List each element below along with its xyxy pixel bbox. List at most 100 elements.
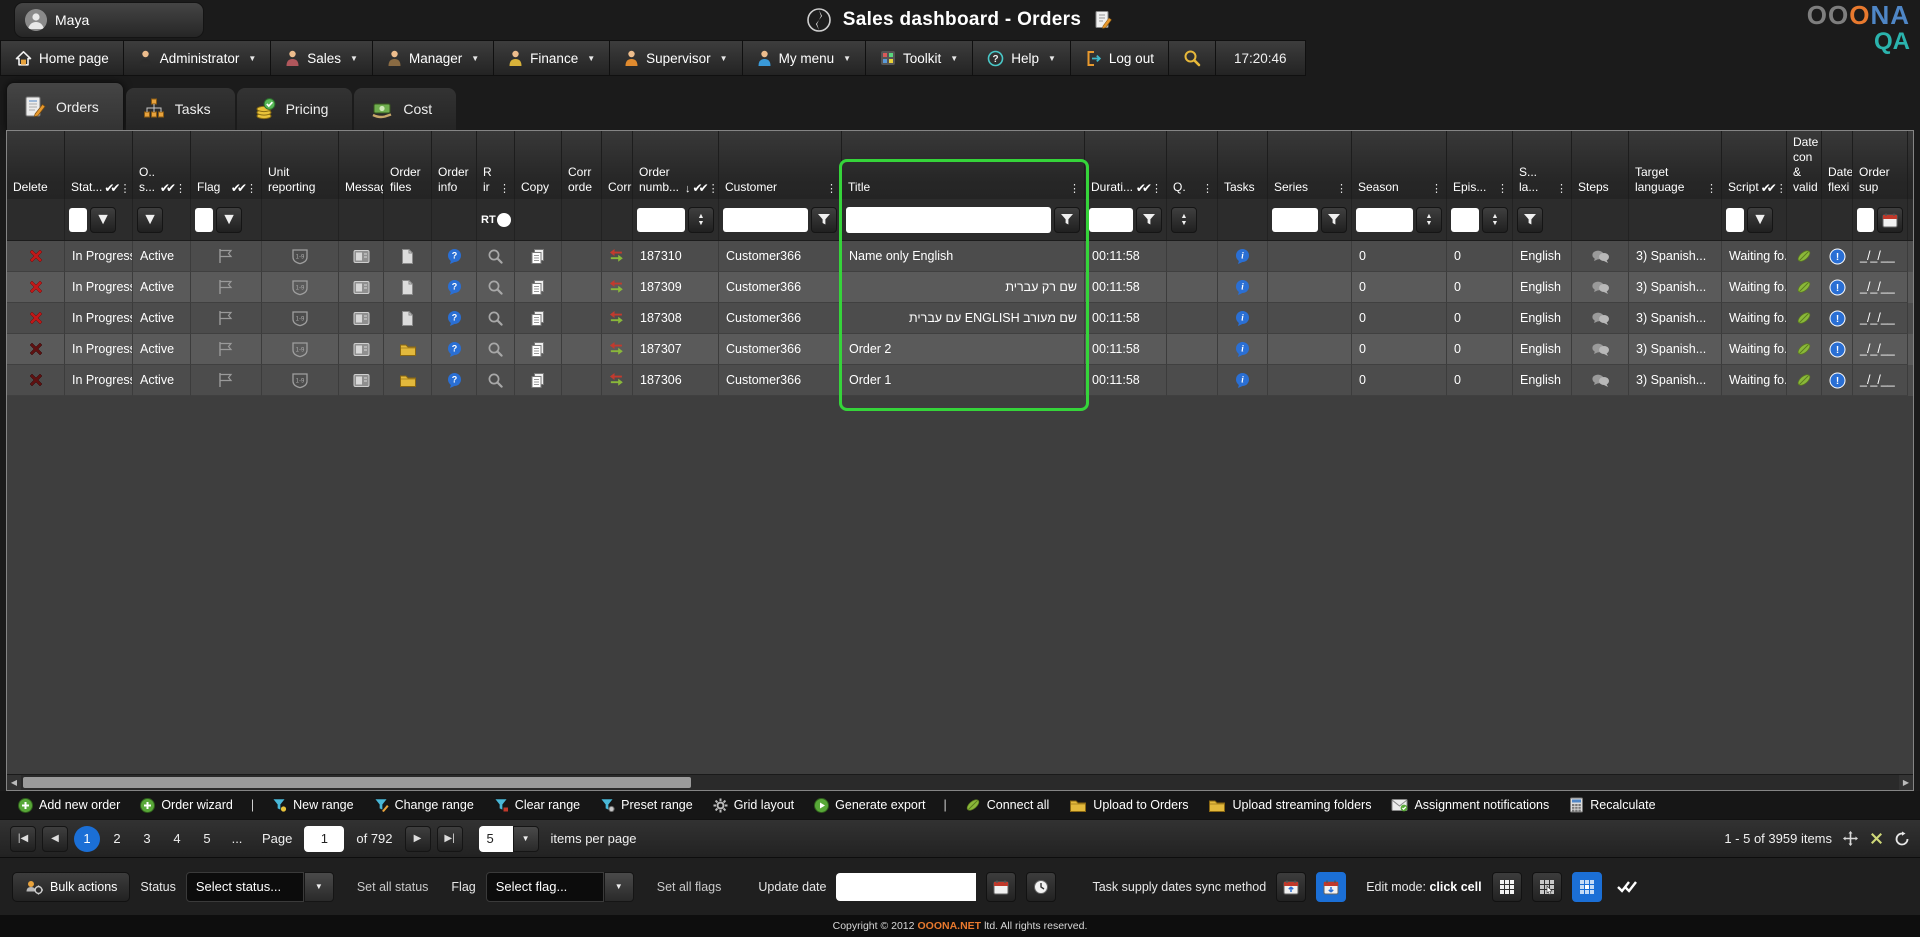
column-menu-icon[interactable]: ⋮ [1069,182,1080,195]
page-number-1[interactable]: 1 [74,826,100,852]
cell-delete[interactable] [7,303,65,334]
page-number-3[interactable]: 3 [134,826,160,852]
page-number-4[interactable]: 4 [164,826,190,852]
cell-r_ir[interactable] [477,365,515,396]
first-page-button[interactable]: |◀ [10,826,36,852]
tab-pricing[interactable]: Pricing [237,88,353,130]
cell-order_files[interactable] [384,334,432,365]
toolbar-button-recalculate[interactable]: Recalculate [1561,794,1663,816]
column-header-order_status[interactable]: O.. s...✔✔⋮ [133,131,191,199]
tab-cost[interactable]: Cost [354,88,456,130]
prev-page-button[interactable]: ◀ [42,826,68,852]
filter-dropdown-button[interactable]: ▼ [137,207,163,233]
chevron-down-icon[interactable]: ▼ [604,872,634,902]
column-header-corr[interactable]: Corr [602,131,633,199]
cell-tasks[interactable]: i [1218,272,1268,303]
column-header-duration[interactable]: Durati...✔✔⋮ [1085,131,1167,199]
cell-order_files[interactable] [384,272,432,303]
cell-copy[interactable] [515,334,562,365]
grid-view-button[interactable] [1492,872,1522,902]
cell-delete[interactable] [7,241,65,272]
cell-copy[interactable] [515,241,562,272]
set-all-flags-button[interactable]: Set all flags [644,873,735,901]
filter-spinner-button[interactable]: ▲▼ [1416,207,1442,233]
filter-spinner-button[interactable]: ▲▼ [1482,207,1508,233]
cell-r_ir[interactable] [477,303,515,334]
cell-message[interactable] [339,365,384,396]
column-menu-icon[interactable]: ⋮ [175,182,186,195]
column-header-q[interactable]: Q.⋮ [1167,131,1218,199]
set-all-status-button[interactable]: Set all status [344,873,442,901]
tab-tasks[interactable]: Tasks [126,88,235,130]
column-menu-icon[interactable]: ⋮ [1706,182,1717,195]
page-input[interactable] [304,826,344,852]
flag-select[interactable]: Select flag... ▼ [486,872,634,902]
column-header-season[interactable]: Season⋮ [1352,131,1447,199]
rtl-toggle[interactable]: RT [481,213,511,227]
chevron-down-icon[interactable]: ▼ [304,872,334,902]
filter-funnel-button[interactable] [1321,207,1347,233]
user-chip[interactable]: Maya [14,2,204,38]
cell-delete[interactable] [7,272,65,303]
toolbar-button-upload-to-orders[interactable]: Upload to Orders [1061,795,1196,816]
filter-input[interactable] [637,208,685,232]
scrollbar-thumb[interactable] [23,777,691,788]
column-header-script[interactable]: Script✔✔⋮ [1722,131,1787,199]
column-header-status[interactable]: Stat...✔✔⋮ [65,131,133,199]
cell-order_files[interactable] [384,365,432,396]
apply-all-button[interactable] [1612,872,1642,902]
bulk-actions-button[interactable]: Bulk actions [12,872,130,902]
toolbar-button-add-new-order[interactable]: Add new order [10,795,128,816]
table-row[interactable]: In ProgressActive1-9?187308Customer366שם… [7,303,1913,334]
filter-input[interactable] [1451,208,1479,232]
toolbar-button-connect-all[interactable]: Connect all [957,794,1058,816]
toolbar-button-new-range[interactable]: New range [264,795,361,815]
column-header-episode[interactable]: Epis...⋮ [1447,131,1513,199]
column-menu-icon[interactable]: ⋮ [708,182,719,195]
column-header-corr_order[interactable]: Corr orde [562,131,602,199]
column-menu-icon[interactable]: ⋮ [1556,182,1567,195]
filter-input[interactable] [1089,208,1133,232]
toolbar-button-grid-layout[interactable]: Grid layout [705,795,802,816]
cell-copy[interactable] [515,365,562,396]
tab-orders[interactable]: Orders [6,82,124,130]
filter-funnel-button[interactable] [1517,207,1543,233]
last-page-button[interactable]: ▶| [437,826,463,852]
calendar-button[interactable] [986,872,1016,902]
cell-tasks[interactable]: i [1218,303,1268,334]
filter-funnel-button[interactable] [1054,207,1080,233]
grid-cursor-button[interactable] [1532,872,1562,902]
column-menu-icon[interactable]: ⋮ [1151,182,1162,195]
sync-supply-up-button[interactable] [1276,872,1306,902]
column-header-source_language[interactable]: S... la...⋮ [1513,131,1572,199]
column-header-date_valid[interactable]: Date con & valid [1787,131,1822,199]
page-number-2[interactable]: 2 [104,826,130,852]
column-header-tasks[interactable]: Tasks [1218,131,1268,199]
cell-delete[interactable] [7,365,65,396]
table-row[interactable]: In ProgressActive1-9?187306Customer366Or… [7,365,1913,396]
filter-input[interactable] [69,208,87,232]
cell-order_info[interactable]: ? [432,365,477,396]
column-header-message[interactable]: Messag [339,131,384,199]
menu-item-home-page[interactable]: Home page [0,40,124,76]
menu-search-button[interactable] [1169,40,1216,76]
toolbar-button-change-range[interactable]: Change range [366,795,482,815]
filter-input[interactable] [1272,208,1318,232]
cell-delete[interactable] [7,334,65,365]
column-menu-icon[interactable]: ⋮ [1431,182,1442,195]
filter-spinner-button[interactable]: ▲▼ [688,207,714,233]
column-menu-icon[interactable]: ⋮ [1776,182,1787,195]
cell-tasks[interactable]: i [1218,334,1268,365]
column-menu-icon[interactable]: ⋮ [499,182,510,195]
select-all-icon[interactable]: ✔✔ [693,181,705,195]
column-menu-icon[interactable]: ⋮ [1336,182,1347,195]
filter-dropdown-button[interactable]: ▼ [90,207,116,233]
filter-dropdown-button[interactable]: ▼ [216,207,242,233]
select-all-icon[interactable]: ✔✔ [231,181,243,195]
select-all-icon[interactable]: ✔✔ [1761,181,1773,195]
menu-item-log-out[interactable]: Log out [1071,40,1169,76]
update-date-input[interactable] [836,873,976,901]
column-menu-icon[interactable]: ⋮ [119,182,130,195]
column-header-date_flexi[interactable]: Date flexi [1822,131,1853,199]
clock-button[interactable] [1026,872,1056,902]
